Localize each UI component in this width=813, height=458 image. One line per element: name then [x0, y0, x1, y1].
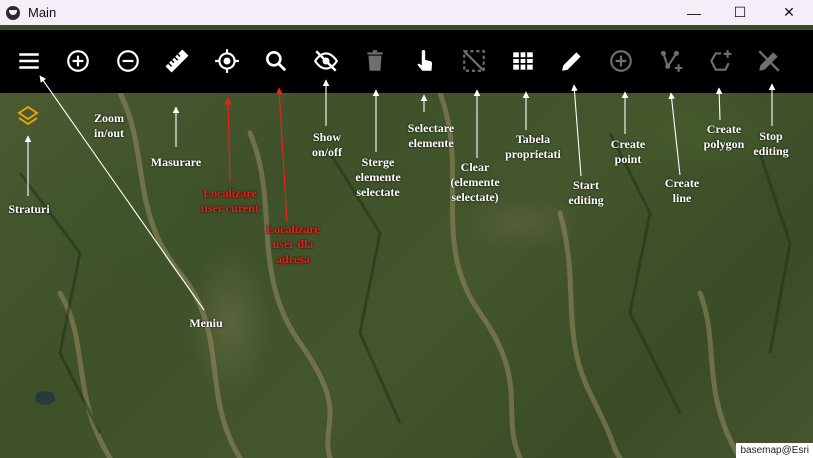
close-button[interactable]: ✕ [766, 0, 812, 25]
hamburger-menu-icon [19, 53, 39, 69]
plus-circle-icon [67, 50, 89, 72]
create-polygon-button[interactable] [703, 44, 737, 78]
label-tabela: Tabela proprietati [505, 132, 561, 161]
map-attribution: basemap@Esri [736, 443, 813, 458]
start-editing-button[interactable] [555, 44, 589, 78]
label-selectare: Selectare elemente [407, 121, 455, 150]
app-logo-icon [6, 5, 20, 20]
pencil-icon [562, 52, 581, 71]
layers-icon [17, 105, 39, 126]
search-button[interactable] [259, 44, 293, 78]
delete-selected-button[interactable] [358, 44, 392, 78]
search-icon [266, 51, 287, 72]
window-title-bar: Main — ☐ ✕ [0, 0, 813, 25]
crosshair-icon [215, 49, 239, 73]
label-zoom: Zoom in/out [93, 111, 124, 140]
select-clear-icon [463, 50, 485, 72]
label-create-point: Create point [610, 137, 646, 166]
maximize-button[interactable]: ☐ [717, 0, 763, 25]
label-create-line: Create line [664, 176, 700, 205]
label-start: Start editing [568, 178, 604, 207]
ruler-icon [165, 49, 189, 73]
window-title: Main [28, 5, 57, 20]
zoom-in-button[interactable] [61, 44, 95, 78]
table-grid-icon [513, 52, 533, 70]
select-elements-button[interactable] [408, 44, 442, 78]
pencil-off-icon [758, 50, 780, 72]
measure-button[interactable] [160, 44, 194, 78]
pointer-hand-icon [417, 50, 433, 71]
layers-button[interactable] [16, 104, 40, 128]
map-toolbar [0, 30, 813, 93]
locate-user-button[interactable] [210, 44, 244, 78]
polygon-plus-icon [710, 50, 732, 71]
label-sterge: Sterge elemente selectate [355, 155, 401, 199]
label-localizare-adresa: Localizare user dla adresa [266, 222, 320, 266]
trash-icon [367, 50, 383, 71]
polyline-plus-icon [660, 50, 683, 72]
label-stop: Stop editing [753, 129, 789, 158]
attribute-table-button[interactable] [506, 44, 540, 78]
minimize-button[interactable]: — [671, 0, 717, 25]
show-hide-button[interactable] [309, 44, 343, 78]
label-localizare-curent: Localizare user curent [201, 186, 259, 215]
label-show: Show on/off [312, 130, 342, 159]
eye-off-icon [313, 50, 339, 72]
minus-circle-icon [117, 50, 139, 72]
menu-button[interactable] [12, 44, 46, 78]
label-straturi: Straturi [8, 202, 50, 216]
label-masurare: Masurare [150, 155, 202, 169]
plus-circle-icon [610, 50, 632, 72]
label-meniu: Meniu [189, 316, 223, 330]
label-clear: Clear (elemente selectate) [450, 160, 500, 204]
create-line-button[interactable] [654, 44, 688, 78]
zoom-out-button[interactable] [111, 44, 145, 78]
stop-editing-button[interactable] [752, 44, 786, 78]
label-create-polygon: Create polygon [703, 122, 745, 151]
create-point-button[interactable] [604, 44, 638, 78]
clear-selection-button[interactable] [457, 44, 491, 78]
